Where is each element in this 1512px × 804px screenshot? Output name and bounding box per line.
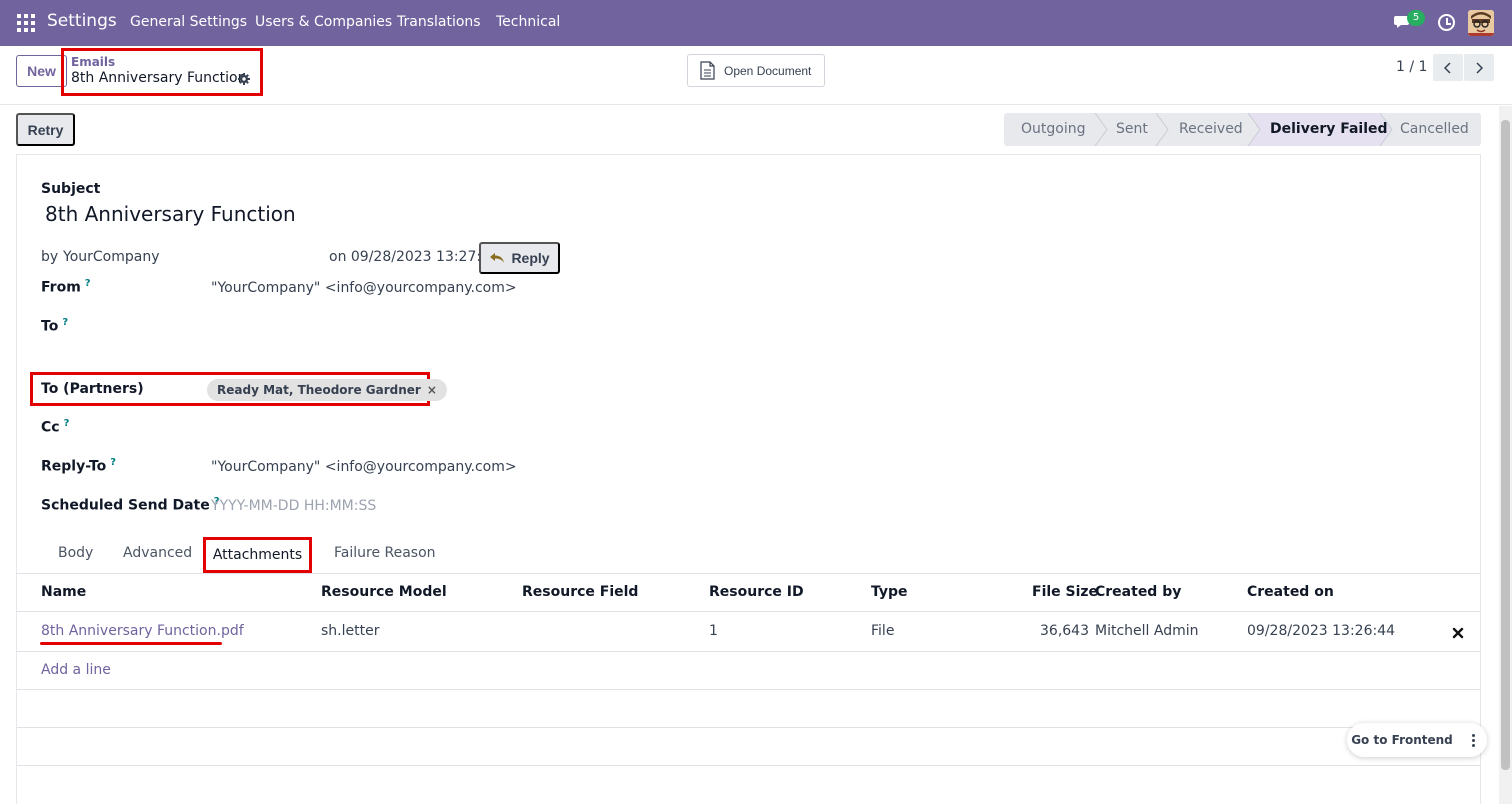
help-tooltip-icon[interactable]: ?	[62, 317, 68, 328]
attachment-name[interactable]: 8th Anniversary Function.pdf	[41, 623, 244, 639]
menu-technical[interactable]: Technical	[496, 14, 560, 30]
user-avatar[interactable]	[1468, 10, 1494, 36]
attachment-resource-id: 1	[709, 623, 718, 639]
column-header-created-on[interactable]: Created on	[1247, 584, 1334, 600]
activity-clock-icon[interactable]	[1438, 14, 1455, 31]
reply-button[interactable]: Reply	[479, 242, 560, 274]
by-label: by	[41, 249, 59, 265]
tab-failure-reason[interactable]: Failure Reason	[334, 545, 436, 561]
partner-tag[interactable]: Ready Mat, Theodore Gardner ×	[207, 379, 447, 401]
cc-label-text: Cc	[41, 419, 60, 436]
tab-body[interactable]: Body	[58, 545, 93, 561]
chat-count-badge: 5	[1407, 10, 1425, 26]
tab-attachments[interactable]: Attachments	[203, 537, 312, 573]
open-document-button[interactable]: Open Document	[687, 54, 825, 87]
attachment-name-highlight	[40, 642, 222, 645]
row-divider	[17, 727, 1480, 728]
from-value[interactable]: "YourCompany" <info@yourcompany.com>	[211, 280, 517, 296]
to-label: To?	[41, 317, 68, 335]
attachment-type: File	[871, 623, 895, 639]
column-header-created-by[interactable]: Created by	[1095, 584, 1181, 600]
retry-button[interactable]: Retry	[16, 113, 75, 146]
avatar-face-icon	[1468, 10, 1494, 36]
add-a-line-link[interactable]: Add a line	[41, 662, 111, 678]
menu-users-companies[interactable]: Users & Companies	[255, 14, 392, 30]
pager-previous-button[interactable]	[1433, 54, 1463, 81]
app-brand[interactable]: Settings	[47, 11, 117, 31]
column-header-name[interactable]: Name	[41, 584, 86, 600]
stage-outgoing[interactable]: Outgoing	[1021, 121, 1085, 137]
reply-label: Reply	[511, 250, 550, 266]
table-header-divider	[17, 611, 1480, 612]
menu-general-settings[interactable]: General Settings	[130, 14, 247, 30]
breadcrumb-emails[interactable]: Emails	[71, 55, 115, 69]
delete-row-icon[interactable]	[1452, 627, 1464, 639]
scheduled-send-date-input[interactable]: YYYY-MM-DD HH:MM:SS	[211, 498, 376, 514]
subject-value[interactable]: 8th Anniversary Function	[45, 202, 296, 226]
apps-grid-icon[interactable]	[17, 14, 35, 32]
column-header-file-size[interactable]: File Size	[1032, 584, 1098, 600]
pager-next-button[interactable]	[1464, 54, 1494, 81]
control-panel: New Emails 8th Anniversary Function Open…	[0, 46, 1512, 105]
gear-icon[interactable]	[238, 73, 250, 85]
open-document-label: Open Document	[724, 63, 812, 78]
stage-received[interactable]: Received	[1179, 121, 1243, 137]
attachment-created-on: 09/28/2023 13:26:44	[1247, 623, 1396, 639]
date-value: on 09/28/2023 13:27:00	[329, 249, 499, 265]
row-divider	[17, 651, 1480, 652]
scheduled-label-text: Scheduled Send Date	[41, 497, 210, 514]
help-tooltip-icon[interactable]: ?	[64, 418, 70, 429]
to-partners-label: To (Partners)	[41, 381, 144, 397]
help-tooltip-icon[interactable]: ?	[110, 457, 116, 468]
tab-advanced[interactable]: Advanced	[123, 545, 192, 561]
attachment-file-size: 36,643	[1040, 623, 1089, 639]
scrollbar-thumb[interactable]	[1501, 120, 1510, 770]
cc-label: Cc?	[41, 418, 69, 436]
kebab-menu-icon[interactable]	[1461, 727, 1485, 753]
scheduled-send-date-label: Scheduled Send Date?	[41, 496, 220, 514]
stage-sent[interactable]: Sent	[1116, 121, 1148, 137]
attachment-created-by: Mitchell Admin	[1095, 623, 1199, 639]
from-label: From?	[41, 278, 91, 296]
document-icon	[700, 61, 715, 80]
partner-tag-label: Ready Mat, Theodore Gardner	[217, 383, 421, 397]
breadcrumb-current-record: 8th Anniversary Function	[71, 70, 247, 86]
column-header-resource-model[interactable]: Resource Model	[321, 584, 447, 600]
new-button[interactable]: New	[16, 55, 67, 87]
row-divider	[17, 689, 1480, 690]
reply-arrow-icon	[490, 253, 505, 263]
remove-tag-icon[interactable]: ×	[427, 383, 437, 397]
reply-to-label-text: Reply-To	[41, 458, 107, 475]
column-header-resource-id[interactable]: Resource ID	[709, 584, 804, 600]
stage-delivery-failed[interactable]: Delivery Failed	[1270, 121, 1388, 137]
column-header-resource-field[interactable]: Resource Field	[522, 584, 638, 600]
chevron-right-icon	[1476, 61, 1483, 74]
menu-translations[interactable]: Translations	[397, 14, 481, 30]
stage-cancelled[interactable]: Cancelled	[1400, 121, 1469, 137]
pager-value[interactable]: 1 / 1	[1396, 59, 1427, 75]
tabs-divider	[16, 573, 1481, 574]
column-header-type[interactable]: Type	[871, 584, 908, 600]
help-tooltip-icon[interactable]: ?	[85, 278, 91, 289]
subject-label: Subject	[41, 181, 101, 197]
reply-to-value[interactable]: "YourCompany" <info@yourcompany.com>	[211, 459, 517, 475]
row-divider	[17, 765, 1480, 766]
reply-to-label: Reply-To?	[41, 457, 116, 475]
attachment-resource-model: sh.letter	[321, 623, 380, 639]
go-to-frontend-button[interactable]: Go to Frontend	[1351, 727, 1453, 753]
chevron-left-icon	[1444, 61, 1451, 74]
from-label-text: From	[41, 279, 81, 296]
form-sheet	[16, 154, 1481, 804]
to-label-text: To	[41, 318, 59, 335]
author-value: YourCompany	[63, 249, 160, 265]
top-navbar: Settings General Settings Users & Compan…	[0, 0, 1512, 46]
